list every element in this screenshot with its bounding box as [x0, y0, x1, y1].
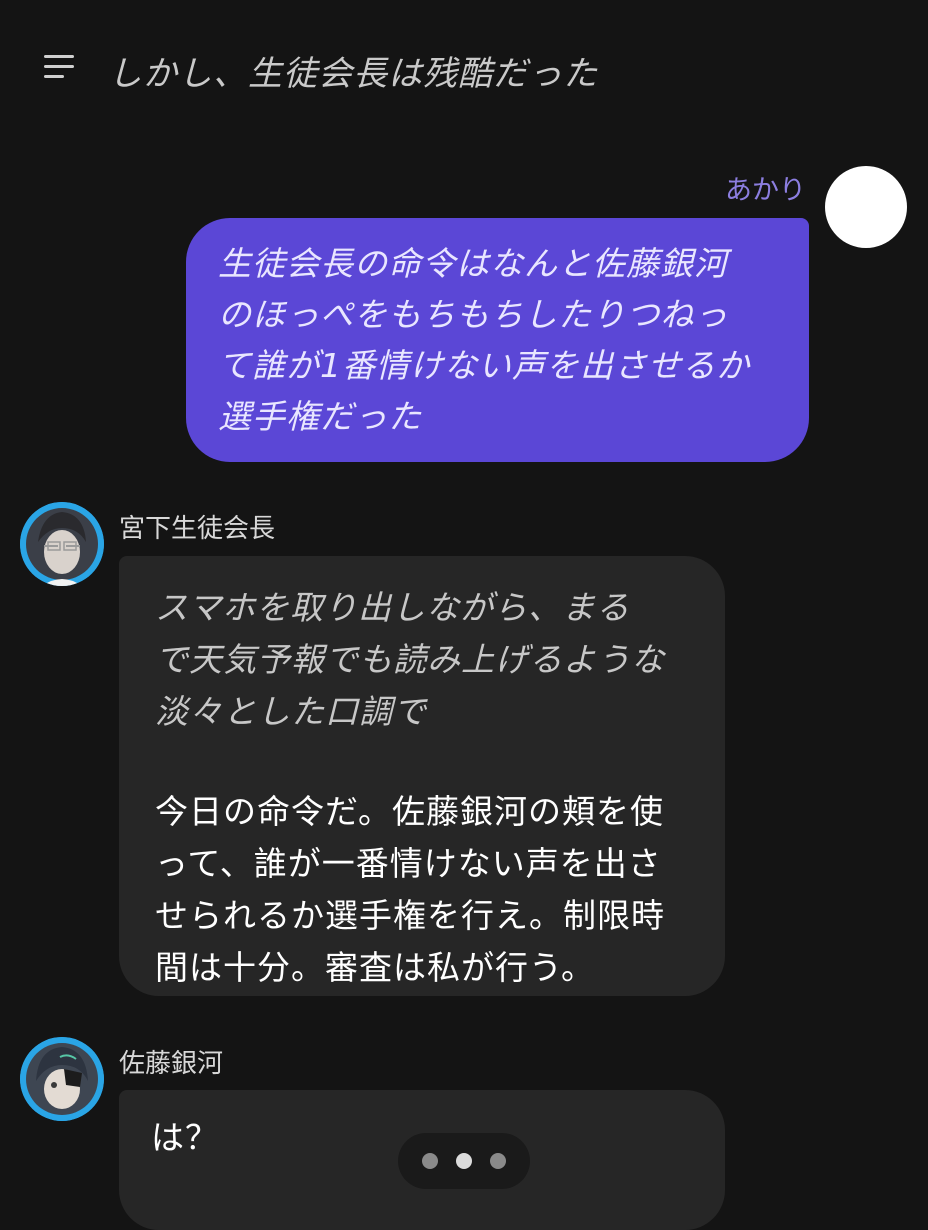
speech-line: って、誰が一番情けない声を出さ: [155, 844, 662, 883]
character-avatar[interactable]: [20, 502, 104, 586]
avatar-portrait-icon: [20, 1037, 104, 1121]
character-name: 宮下生徒会長: [119, 514, 276, 544]
menu-icon[interactable]: [44, 54, 78, 80]
character-name: 佐藤銀河: [119, 1049, 224, 1079]
user-sender-name: あかり: [725, 175, 806, 206]
chat-title: しかし、生徒会長は残酷だった: [108, 54, 598, 94]
typing-dot: [422, 1153, 438, 1169]
character-avatar[interactable]: [20, 1037, 104, 1121]
typing-dots-icon: [398, 1133, 530, 1189]
message-line: て誰が1番情けない声を出させるか: [218, 346, 750, 385]
message-line: のほっぺをもちもちしたりつねっ: [218, 295, 729, 334]
message-line: 選手権だった: [218, 397, 422, 436]
action-line: 淡々とした口調で: [155, 692, 427, 731]
action-line: スマホを取り出しながら、まる: [155, 588, 631, 627]
user-message-bubble[interactable]: 生徒会長の命令はなんと佐藤銀河 のほっぺをもちもちしたりつねっ て誰が1番情けな…: [186, 218, 809, 462]
chat-header: しかし、生徒会長は残酷だった: [0, 0, 928, 140]
user-avatar[interactable]: [825, 166, 907, 248]
speech-line: せられるか選手権を行え。制限時: [155, 896, 665, 935]
typing-dot: [456, 1153, 472, 1169]
character-message-bubble[interactable]: スマホを取り出しながら、まる で天気予報でも読み上げるような 淡々とした口調で …: [119, 556, 725, 996]
action-line: で天気予報でも読み上げるような: [155, 640, 665, 679]
message-line: 生徒会長の命令はなんと佐藤銀河: [218, 244, 728, 283]
speech-line: 今日の命令だ。佐藤銀河の頬を使: [155, 792, 665, 831]
avatar-portrait-icon: [20, 502, 104, 586]
speech-line: 間は十分。審査は私が行う。: [155, 948, 596, 987]
typing-dot: [490, 1153, 506, 1169]
